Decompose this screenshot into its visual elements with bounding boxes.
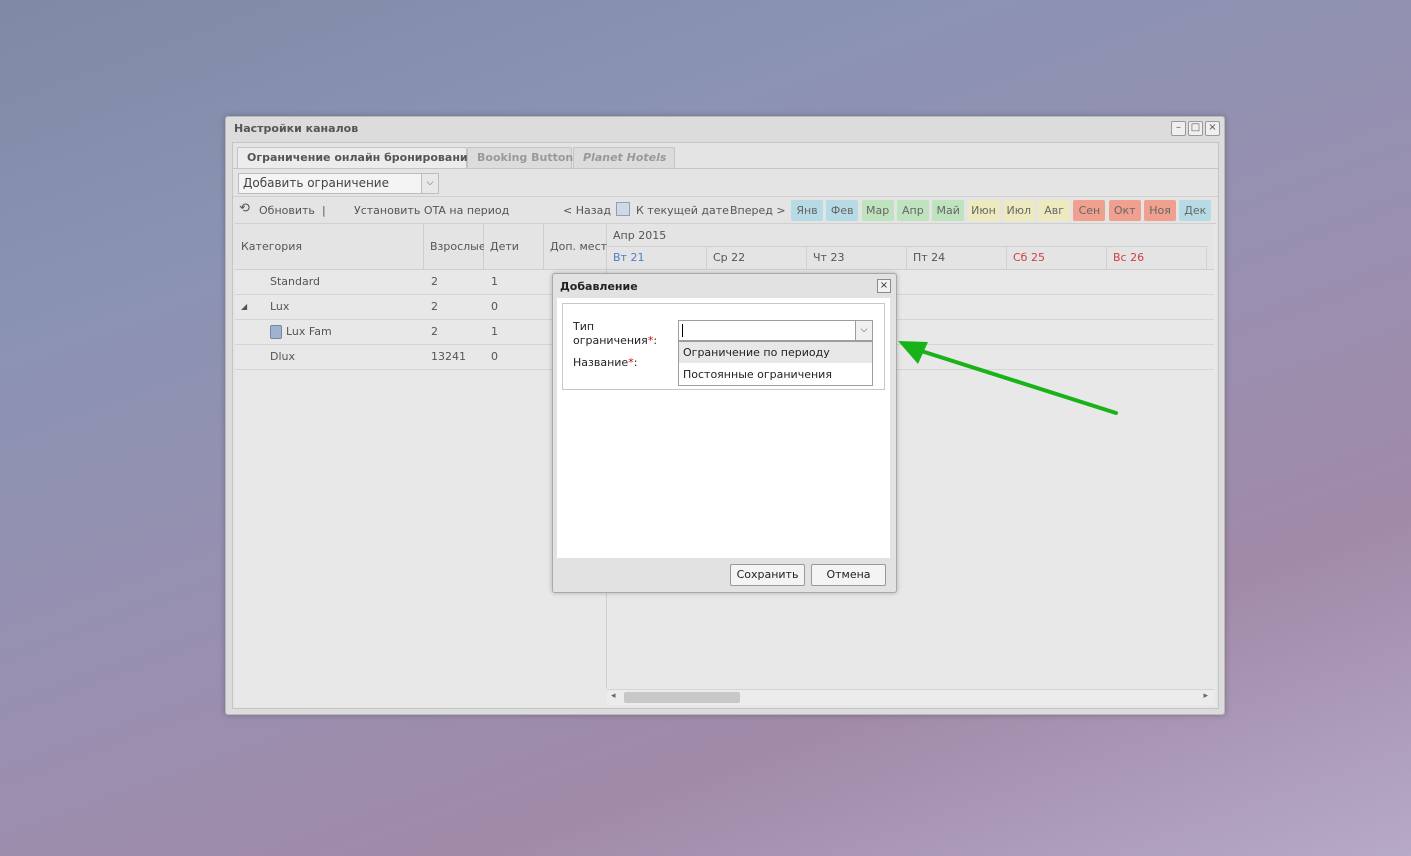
- arrow-shaft: [913, 347, 1118, 415]
- annotation-arrow-icon: [898, 341, 1118, 415]
